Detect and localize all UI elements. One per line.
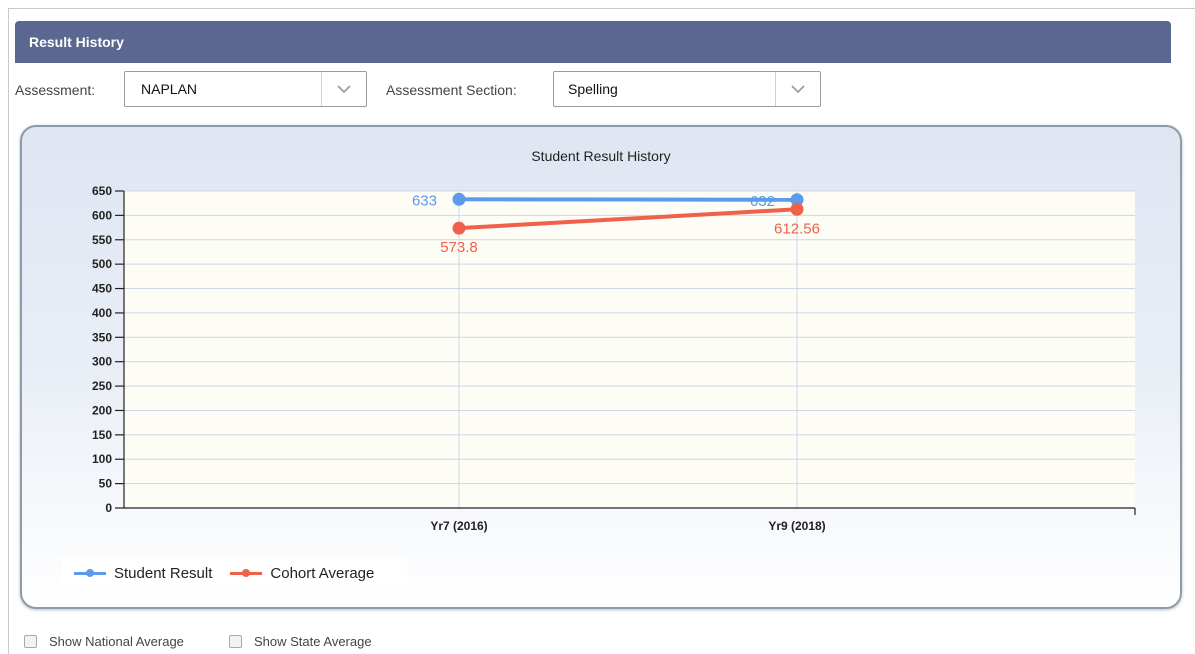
y-tick-label: 50 [99,477,113,491]
chart-legend: Student Result Cohort Average [62,557,407,589]
legend-label-cohort-average: Cohort Average [270,564,375,582]
y-tick-label: 550 [92,233,112,247]
chart-title: Student Result History [531,148,670,164]
y-tick-label: 0 [105,501,112,515]
y-tick-label: 450 [92,282,112,296]
y-tick-label: 300 [92,355,112,369]
y-tick-label: 600 [92,208,112,222]
y-tick-label: 350 [92,330,112,344]
y-tick-label: 100 [92,452,112,466]
x-tick-label: Yr7 (2016) [430,519,487,533]
show-national-average-label: Show National Average [49,634,184,649]
data-point [790,202,804,216]
x-tick-label: Yr9 (2018) [768,519,825,533]
y-tick-label: 200 [92,403,112,417]
show-national-average-checkbox[interactable] [24,635,37,648]
show-state-average-option[interactable]: Show State Average [229,634,372,649]
show-national-average-option[interactable]: Show National Average [24,634,184,649]
data-label: 612.56 [774,220,820,237]
y-tick-label: 150 [92,428,112,442]
y-tick-label: 650 [92,184,112,198]
plot-area [124,191,1135,508]
data-point [452,221,466,235]
legend-swatch-student-result [74,568,106,577]
legend-swatch-cohort-average [230,568,263,577]
legend-item-cohort-average[interactable]: Cohort Average [230,565,374,582]
y-tick-label: 250 [92,379,112,393]
legend-label-student-result: Student Result [114,564,213,582]
show-state-average-checkbox[interactable] [229,635,242,648]
data-label: 632 [750,193,775,210]
legend-item-student-result[interactable]: Student Result [74,565,212,582]
data-label: 633 [412,192,437,209]
data-label: 573.8 [440,239,478,256]
result-history-chart: Student Result History 0 50 100 150 200 250 30… [92,148,1136,533]
y-tick-label: 500 [92,257,112,271]
show-state-average-label: Show State Average [254,634,372,649]
data-point [452,192,466,206]
y-tick-label: 400 [92,306,112,320]
